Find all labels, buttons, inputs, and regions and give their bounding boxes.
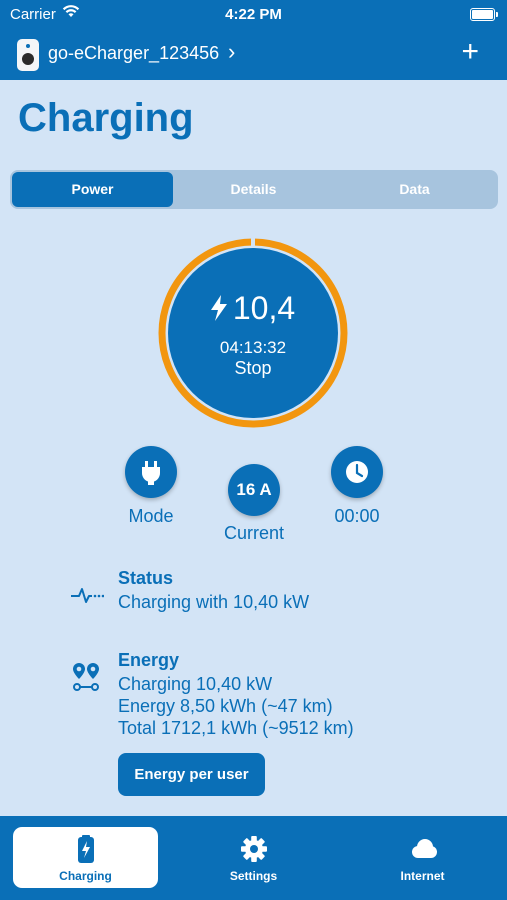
energy-session-line: Energy 8,50 kWh (~47 km) [118,696,333,716]
status-bar: Carrier 4:22 PM [0,0,507,30]
mode-button[interactable] [125,446,177,498]
tab-internet-label: Internet [400,869,445,883]
tab-internet[interactable]: Internet [350,827,495,888]
gauge-disc [168,248,338,418]
energy-per-user-button[interactable]: Energy per user [118,753,265,796]
device-selector[interactable]: go-eCharger_123456 [48,43,219,64]
energy-total-line: Total 1712,1 kWh (~9512 km) [118,718,354,738]
charger-device-icon [17,39,39,71]
power-readout: 10,4 [163,290,343,327]
segmented-control: Power Details Data [10,170,498,209]
tab-bar: Charging Settings Internet [0,816,507,900]
pulse-icon [71,588,104,603]
gear-icon [241,836,267,862]
clock-icon [346,461,368,483]
segment-data[interactable]: Data [334,172,495,207]
page-title: Charging [18,96,194,140]
current-button[interactable]: 16 A [228,464,280,516]
battery-icon [470,8,498,21]
nav-bar: go-eCharger_123456 › + [0,30,507,80]
gauge-ring-gap [251,237,255,249]
chevron-right-icon[interactable]: › [228,39,235,65]
segment-details[interactable]: Details [173,172,334,207]
stop-button[interactable]: Stop [203,358,303,379]
bolt-icon [210,295,227,321]
mode-label: Mode [128,506,174,526]
battery-charging-icon [78,835,94,863]
charge-duration: 04:13:32 [219,338,287,357]
cloud-icon [412,839,437,858]
route-icon [73,663,99,691]
timer-label: 00:00 [334,506,380,526]
energy-title: Energy [118,650,180,670]
energy-charging-line: Charging 10,40 kW [118,674,273,694]
tab-settings[interactable]: Settings [181,827,326,888]
tab-settings-label: Settings [229,869,278,883]
segment-power[interactable]: Power [12,172,173,207]
power-value: 10,4 [232,290,296,326]
status-text: Charging with 10,40 kW [118,592,310,612]
tab-charging[interactable]: Charging [13,827,158,888]
plug-icon [141,461,161,485]
current-label: Current [223,523,285,543]
charging-gauge[interactable] [157,237,349,429]
tab-charging-label: Charging [59,869,112,883]
status-title: Status [118,568,174,588]
clock: 4:22 PM [225,6,282,23]
timer-button[interactable] [331,446,383,498]
add-device-button[interactable]: + [461,34,479,70]
